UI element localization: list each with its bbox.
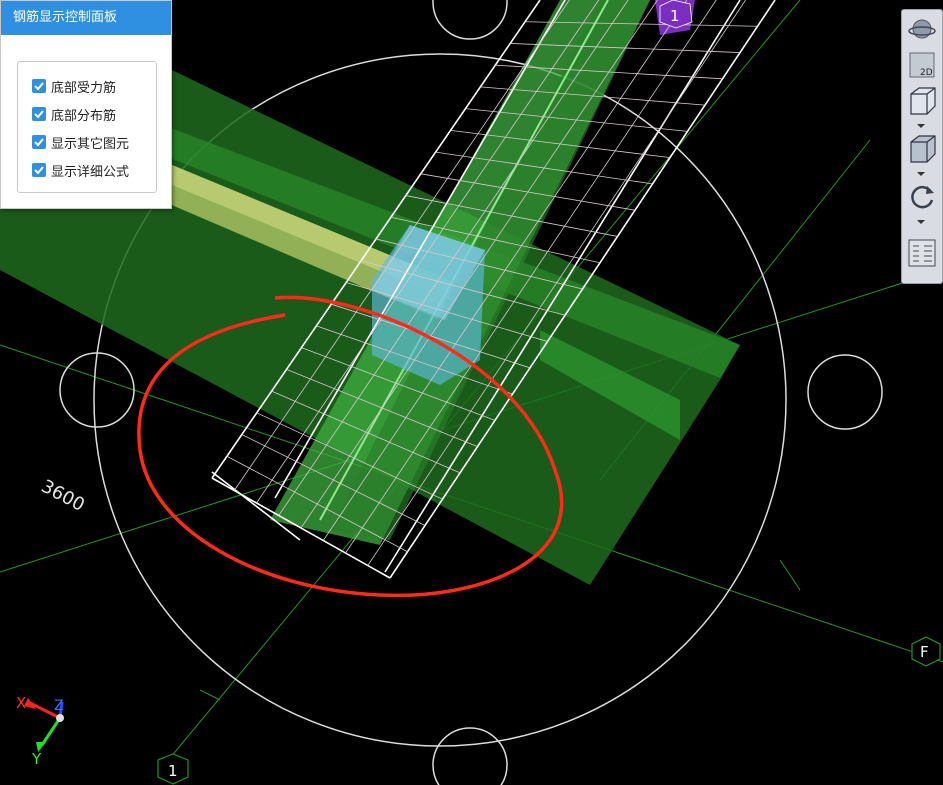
solid-box-icon[interactable]: [906, 134, 938, 164]
svg-text:2D: 2D: [920, 68, 933, 78]
axis-marker-top[interactable]: 1: [659, 0, 693, 29]
option-label: 显示详细公式: [51, 164, 130, 180]
option-bottom-distribution-rebar[interactable]: 底部分布筋: [32, 104, 116, 124]
checkbox-checked-icon[interactable]: [32, 107, 46, 121]
option-label: 底部分布筋: [51, 108, 117, 124]
option-label: 显示其它图元: [51, 136, 130, 152]
axis-marker-bottom[interactable]: 1: [157, 753, 189, 785]
wireframe-box-icon[interactable]: [906, 86, 938, 116]
svg-text:1: 1: [670, 7, 680, 25]
properties-list-icon[interactable]: [906, 238, 938, 268]
option-show-other-elements[interactable]: 显示其它图元: [32, 132, 129, 152]
option-show-detailed-formula[interactable]: 显示详细公式: [32, 160, 129, 180]
chevron-down-icon[interactable]: [917, 124, 925, 128]
panel-title[interactable]: 钢筋显示控制面板: [1, 1, 171, 35]
rotate-icon[interactable]: [906, 182, 938, 212]
view-2d-icon[interactable]: 2D: [906, 50, 938, 80]
option-bottom-main-rebar[interactable]: 底部受力筋: [32, 76, 116, 96]
chevron-down-icon[interactable]: [917, 220, 925, 224]
rebar-display-control-panel: 钢筋显示控制面板 底部受力筋 底部分布筋 显示其它图元 显示详细公式: [0, 0, 172, 209]
svg-text:Z: Z: [54, 698, 64, 714]
checkbox-checked-icon[interactable]: [32, 135, 46, 149]
checkbox-checked-icon[interactable]: [32, 163, 46, 177]
svg-text:1: 1: [168, 762, 178, 780]
chevron-down-icon[interactable]: [917, 172, 925, 176]
option-label: 底部受力筋: [51, 80, 117, 96]
view-toolbar: 2D: [901, 9, 943, 284]
svg-text:F: F: [920, 643, 929, 661]
axis-marker-right[interactable]: F: [911, 636, 941, 667]
orbit-icon[interactable]: [906, 14, 938, 44]
checkbox-checked-icon[interactable]: [32, 79, 46, 93]
svg-text:Y: Y: [31, 750, 42, 768]
svg-text:X: X: [16, 694, 26, 712]
panel-options-box: 底部受力筋 底部分布筋 显示其它图元 显示详细公式: [17, 61, 157, 193]
